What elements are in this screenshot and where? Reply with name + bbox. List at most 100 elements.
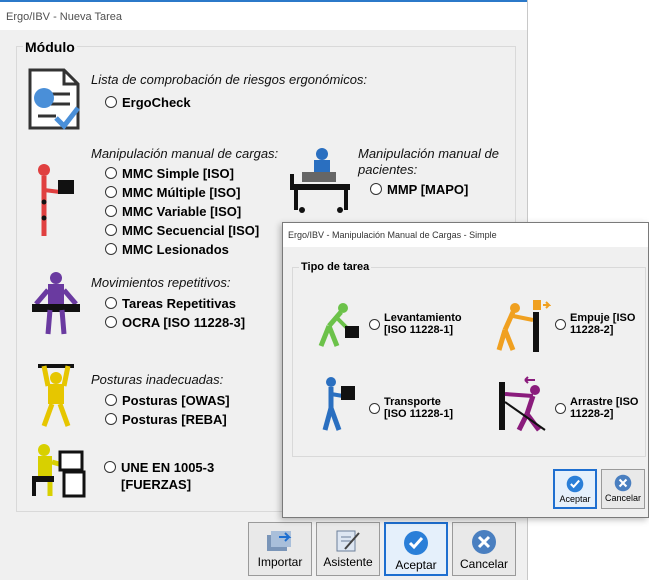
dialog-cancel-label: Cancelar [604,493,642,503]
option-ocra[interactable]: OCRA [ISO 11228-3] [105,313,245,332]
option-repetitive-tasks-label: Tareas Repetitivas [122,296,236,311]
option-ergocheck-label: ErgoCheck [122,95,191,110]
radio-pulling[interactable] [555,402,566,414]
option-mmc-multiple-label: MMC Múltiple [ISO] [122,185,241,200]
radio-mmc-sequential[interactable] [105,224,117,236]
accept-button-label: Aceptar [395,558,437,572]
option-owas[interactable]: Posturas [OWAS] [105,391,230,410]
patients-title-line1: Manipulación manual de [358,146,499,161]
option-mmc-simple[interactable]: MMC Simple [ISO] [105,164,278,183]
radio-ergocheck[interactable] [105,96,117,108]
repetitive-movements-icon [32,272,80,335]
pushing-icon [496,300,551,352]
option-mmp-label: MMP [MAPO] [387,182,469,197]
window-title: Ergo/IBV - Nueva Tarea [0,0,527,30]
patient-handling-icon [290,148,350,213]
radio-ocra[interactable] [105,316,117,328]
radio-lifting[interactable] [369,318,380,330]
checklist-icon [28,68,80,130]
option-repetitive-tasks[interactable]: Tareas Repetitivas [105,294,245,313]
radio-mmc-multiple[interactable] [105,186,117,198]
option-mmc-multiple[interactable]: MMC Múltiple [ISO] [105,183,278,202]
lifting-icon [318,303,359,347]
dialog-cancel-icon [614,474,632,492]
carrying-icon [322,377,355,431]
radio-mmp[interactable] [370,183,382,195]
mmc-title: Manipulación manual de cargas: [91,146,279,161]
option-forces-line2: [FUERZAS] [121,477,192,492]
task-pulling-label: Arrastre [ISO 11228-2] [570,396,638,420]
task-pulling[interactable]: Arrastre [ISO 11228-2] [555,396,638,420]
option-mmc-variable-label: MMC Variable [ISO] [122,204,242,219]
task-pushing[interactable]: Empuje [ISO 11228-2] [555,312,635,336]
dialog-cancel-button[interactable]: Cancelar [601,469,645,509]
option-owas-label: Posturas [OWAS] [122,393,230,408]
patients-section: Manipulación manual de pacientes: MMP [M… [358,146,499,199]
assistant-icon [336,530,360,552]
checklist-section: Lista de comprobación de riesgos ergonóm… [91,72,367,112]
assistant-button-label: Asistente [323,555,373,569]
cancel-button-label: Cancelar [459,557,509,571]
task-lifting-line1: Levantamiento [384,312,462,324]
option-mmc-variable[interactable]: MMC Variable [ISO] [105,202,278,221]
radio-reba[interactable] [105,413,117,425]
dialog-accept-label: Aceptar [559,494,591,504]
task-carrying[interactable]: Transporte [ISO 11228-1] [369,396,453,420]
pulling-icon [499,376,546,432]
repetitive-section: Movimientos repetitivos: Tareas Repetiti… [91,275,245,332]
radio-forces[interactable] [104,461,116,473]
task-pushing-line1: Empuje [ISO [570,312,636,324]
radio-owas[interactable] [105,394,117,406]
task-type-title: Tipo de tarea [299,261,372,273]
option-reba-label: Posturas [REBA] [122,412,227,427]
task-carrying-label: Transporte [ISO 11228-1] [384,396,453,420]
radio-repetitive-tasks[interactable] [105,297,117,309]
radio-mmc-injured[interactable] [105,243,117,255]
task-lifting-label: Levantamiento [ISO 11228-1] [384,312,462,336]
task-pulling-line1: Arrastre [ISO [570,396,639,408]
load-handling-simple-dialog: Ergo/IBV - Manipulación Manual de Cargas… [282,222,649,518]
forces-section: UNE EN 1005-3 [FUERZAS] [104,458,214,493]
import-button-label: Importar [257,555,303,569]
accept-button[interactable]: Aceptar [384,522,448,576]
load-handling-icon [38,164,74,236]
task-carrying-line1: Transporte [384,396,441,408]
option-mmc-sequential[interactable]: MMC Secuencial [ISO] [105,221,278,240]
forces-icon [32,444,86,498]
radio-mmc-simple[interactable] [105,167,117,179]
option-mmc-injured[interactable]: MMC Lesionados [105,240,278,259]
module-group-title: Módulo [23,39,77,55]
postures-title: Posturas inadecuadas: [91,372,224,387]
task-pushing-line2: 11228-2] [570,324,614,336]
dialog-check-icon [566,475,584,493]
task-pushing-label: Empuje [ISO 11228-2] [570,312,635,336]
postures-icon [38,364,74,427]
checklist-title: Lista de comprobación de riesgos ergonóm… [91,72,368,87]
check-icon [404,531,428,555]
radio-carrying[interactable] [369,402,380,414]
cancel-icon [472,530,496,554]
postures-section: Posturas inadecuadas: Posturas [OWAS] Po… [91,372,230,429]
task-carrying-line2: [ISO 11228-1] [384,408,454,420]
option-mmc-sequential-label: MMC Secuencial [ISO] [122,223,260,238]
repetitive-title: Movimientos repetitivos: [91,275,231,290]
option-mmp[interactable]: MMP [MAPO] [370,180,499,199]
import-icon [267,531,292,551]
option-forces-label: UNE EN 1005-3 [FUERZAS] [121,458,214,493]
task-lifting[interactable]: Levantamiento [ISO 11228-1] [369,312,462,336]
task-lifting-line2: [ISO 11228-1] [384,324,454,336]
option-forces-line1: UNE EN 1005-3 [121,460,215,475]
mmc-section: Manipulación manual de cargas: MMC Simpl… [91,146,278,259]
dialog-accept-button[interactable]: Aceptar [553,469,597,509]
dialog-title: Ergo/IBV - Manipulación Manual de Cargas… [283,223,648,247]
option-ergocheck[interactable]: ErgoCheck [105,93,367,112]
radio-mmc-variable[interactable] [105,205,117,217]
cancel-button[interactable]: Cancelar [452,522,516,576]
assistant-button[interactable]: Asistente [316,522,380,576]
option-mmc-injured-label: MMC Lesionados [122,242,229,257]
option-mmc-simple-label: MMC Simple [ISO] [122,166,234,181]
radio-pushing[interactable] [555,318,566,330]
import-button[interactable]: Importar [248,522,312,576]
option-forces[interactable]: UNE EN 1005-3 [FUERZAS] [104,458,214,493]
option-reba[interactable]: Posturas [REBA] [105,410,230,429]
